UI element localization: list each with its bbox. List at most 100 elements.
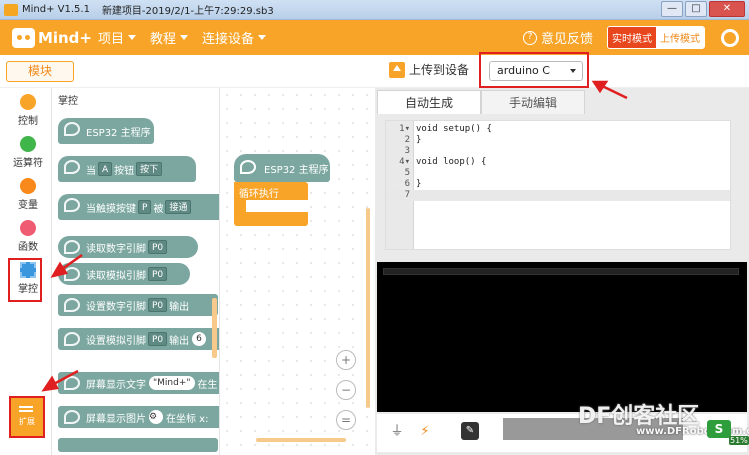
upload-icon: [389, 61, 405, 78]
script-workspace[interactable]: ESP32 主程序 循环执行 + − =: [220, 88, 374, 455]
code-line: 1▾ void setup() {: [386, 124, 730, 135]
device-select[interactable]: arduino C: [489, 61, 583, 81]
minimize-button[interactable]: —: [661, 1, 683, 17]
upload-label: 上传到设备: [409, 63, 470, 77]
logo-text: Mind+: [37, 28, 92, 47]
category-label: 控制: [18, 116, 38, 127]
block-label: 屏幕显示图片: [86, 413, 146, 425]
app-name: Mind+ V1.5.1: [22, 4, 90, 15]
value-input[interactable]: 6: [192, 332, 206, 346]
header-right: ? 意见反馈 实时模式 上传模式: [522, 20, 739, 55]
block-label: 按钮: [114, 165, 135, 177]
text-input[interactable]: "Mind+": [149, 376, 195, 390]
code-line: 2}: [386, 135, 730, 146]
block-label: 读取模拟引脚: [86, 270, 146, 282]
zoom-in-button[interactable]: +: [336, 350, 356, 370]
feedback-label: 意见反馈: [540, 32, 593, 47]
action-select[interactable]: 按下: [136, 162, 163, 176]
mpython-icon: [240, 160, 256, 174]
code-line: 5: [386, 168, 730, 179]
workspace-esp32-main[interactable]: ESP32 主程序: [234, 154, 330, 182]
close-button[interactable]: ✕: [709, 1, 745, 17]
fold-icon[interactable]: ▾: [405, 124, 410, 134]
block-label: 当触摸按键: [86, 203, 136, 215]
category-control[interactable]: 控制: [4, 94, 52, 127]
extension-button[interactable]: 扩展: [9, 396, 45, 438]
mpython-icon: [64, 410, 80, 424]
menu-project[interactable]: 项目: [98, 28, 137, 47]
block-read-digital[interactable]: 读取数字引脚 P0: [58, 236, 198, 258]
feedback-button[interactable]: ? 意见反馈: [522, 28, 593, 47]
device-selected-value: arduino C: [497, 64, 550, 77]
code-line: 3: [386, 146, 730, 157]
category-functions[interactable]: 函数: [4, 220, 52, 253]
block-partial[interactable]: [58, 438, 218, 452]
pin-select[interactable]: P0: [148, 298, 168, 312]
gear-icon[interactable]: [721, 28, 739, 47]
pin-select[interactable]: P0: [148, 240, 168, 254]
code-editor[interactable]: 1▾ void setup() { 2} 3 4▾ void loop() { 5 …: [385, 120, 731, 250]
palette-title: 掌控: [58, 96, 78, 107]
block-set-digital[interactable]: 设置数字引脚 P0 输出: [58, 294, 218, 316]
block-esp32-main[interactable]: ESP32 主程序: [58, 118, 154, 144]
loop-label: 循环执行: [239, 189, 279, 200]
block-screen-text[interactable]: 屏幕显示文字 "Mind+" 在生: [58, 372, 219, 394]
mpython-icon: [64, 240, 80, 254]
block-set-analog[interactable]: 设置模拟引脚 P0 输出 6: [58, 328, 219, 350]
category-label: 函数: [18, 242, 38, 253]
mpython-icon: [64, 332, 80, 346]
block-when-button[interactable]: 当 A 按钮 按下: [58, 156, 196, 182]
variables-dot-icon: [20, 178, 36, 194]
dropdown-arrow-icon: [570, 69, 576, 73]
menu-connect-label: 连接设备: [202, 32, 255, 47]
serial-console[interactable]: [377, 262, 747, 412]
block-label: 当: [86, 165, 96, 177]
block-read-analog[interactable]: 读取模拟引脚 P0: [58, 263, 190, 285]
tray-percent: 51%: [729, 436, 749, 445]
line-number: 5: [404, 168, 410, 178]
app-header: Mind+ 项目 教程 连接设备 ? 意见反馈 实时模式 上传模式: [0, 20, 749, 55]
pin-select[interactable]: P0: [148, 332, 168, 346]
window-controls: — □ ✕: [661, 1, 745, 17]
mpython-icon: [64, 267, 80, 281]
menu-tutorial-label: 教程: [150, 32, 177, 47]
module-tab[interactable]: 模块: [6, 61, 74, 82]
menu-connect-device[interactable]: 连接设备: [202, 28, 267, 47]
sogou-tray-icon[interactable]: S: [707, 420, 731, 438]
menu-tutorial[interactable]: 教程: [150, 28, 189, 47]
block-screen-image[interactable]: 屏幕显示图片 ⚙ 在坐标 x:: [58, 406, 219, 428]
block-label: 在生: [197, 379, 218, 391]
scroll-lock-icon[interactable]: ⚡: [415, 422, 435, 442]
block-label: 输出: [169, 335, 190, 347]
usb-icon[interactable]: ⏚: [387, 422, 407, 442]
zoom-out-button[interactable]: −: [336, 380, 356, 400]
pin-select[interactable]: P0: [148, 267, 168, 281]
image-picker-icon[interactable]: ⚙: [149, 410, 163, 424]
zoom-reset-button[interactable]: =: [336, 410, 356, 430]
eraser-icon[interactable]: ✎: [461, 422, 479, 440]
workspace-vertical-scrollbar[interactable]: [366, 208, 370, 408]
key-select[interactable]: P: [138, 200, 152, 214]
workspace-horizontal-scrollbar[interactable]: [256, 438, 346, 442]
action-select[interactable]: 接通: [165, 200, 192, 214]
fold-icon[interactable]: ▾: [405, 157, 410, 167]
category-label: 变量: [18, 200, 38, 211]
line-number: 3: [404, 146, 410, 156]
workspace-forever-loop[interactable]: 循环执行: [234, 182, 308, 226]
maximize-button[interactable]: □: [685, 1, 707, 17]
button-select[interactable]: A: [98, 162, 113, 176]
category-variables[interactable]: 变量: [4, 178, 52, 211]
category-label: 运算符: [13, 158, 43, 169]
control-dot-icon: [20, 94, 36, 110]
upload-to-device-button[interactable]: 上传到设备: [389, 61, 469, 78]
block-touch-button[interactable]: 当触摸按键 P 被 接通: [58, 194, 219, 220]
chevron-down-icon: [180, 35, 189, 40]
tab-manual-edit[interactable]: 手动编辑: [481, 90, 585, 114]
tab-auto-generate[interactable]: 自动生成: [377, 90, 481, 114]
mode-realtime-button[interactable]: 实时模式: [608, 27, 656, 48]
category-operators[interactable]: 运算符: [4, 136, 52, 169]
mode-upload-button[interactable]: 上传模式: [656, 27, 704, 48]
mpython-icon: [64, 376, 80, 390]
palette-scrollbar[interactable]: [212, 298, 217, 358]
